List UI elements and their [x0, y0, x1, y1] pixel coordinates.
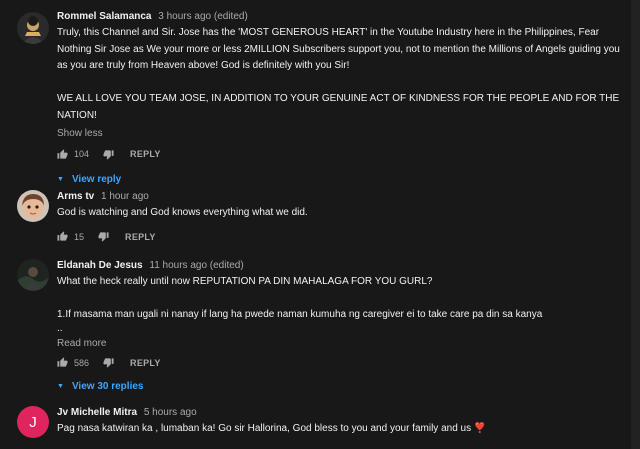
avatar-photo-icon	[17, 12, 49, 44]
avatar-photo-icon	[17, 190, 49, 222]
author-name[interactable]: Arms tv	[57, 191, 94, 202]
comment-text: Pag nasa katwiran ka , lumaban ka! Go si…	[57, 423, 487, 434]
comment-actions: 104 REPLY	[57, 146, 620, 162]
avatar[interactable]	[17, 12, 49, 44]
comment-body: Arms tv 1 hour ago God is watching and G…	[57, 190, 620, 245]
comment-text: Truly, this Channel and Sir. Jose has th…	[57, 27, 620, 121]
caret-down-icon: ▼	[57, 382, 64, 390]
thumb-up-icon[interactable]	[57, 357, 68, 368]
reply-button[interactable]: REPLY	[130, 149, 161, 159]
thumb-down-icon[interactable]	[98, 231, 109, 242]
reply-button[interactable]: REPLY	[130, 358, 161, 368]
comment-actions: 15 REPLY	[57, 229, 620, 245]
thumb-up-icon[interactable]	[57, 148, 68, 160]
view-replies-button[interactable]: ▼ View reply	[57, 174, 620, 185]
show-less-button[interactable]: Show less	[57, 128, 620, 139]
author-name[interactable]: Eldanah De Jesus	[57, 260, 143, 271]
thumb-up-icon[interactable]	[57, 231, 68, 242]
author-name[interactable]: Jv Michelle Mitra	[57, 407, 137, 418]
author-name[interactable]: Rommel Salamanca	[57, 11, 152, 22]
comment-header: Rommel Salamanca 3 hours ago (edited)	[57, 10, 620, 23]
view-replies-label: View reply	[71, 174, 122, 185]
comment-text: God is watching and God knows everything…	[57, 207, 308, 218]
comment-text: What the heck really until now REPUTATIO…	[57, 276, 543, 320]
comment-header: Jv Michelle Mitra 5 hours ago	[57, 406, 620, 419]
like-count: 104	[74, 149, 90, 159]
comment-body: Rommel Salamanca 3 hours ago (edited) Tr…	[57, 10, 620, 185]
comment-header: Eldanah De Jesus 11 hours ago (edited)	[57, 259, 620, 272]
avatar[interactable]	[17, 190, 49, 222]
read-more-button[interactable]: Read more	[57, 338, 620, 349]
view-replies-label: View 30 replies	[71, 380, 144, 392]
thumb-down-icon[interactable]	[103, 357, 114, 368]
scrollbar[interactable]	[631, 0, 640, 449]
comment-body: Eldanah De Jesus 11 hours ago (edited) W…	[57, 259, 620, 392]
like-count: 586	[74, 357, 90, 368]
comment-timestamp[interactable]: 5 hours ago	[144, 407, 197, 418]
comment-header: Arms tv 1 hour ago	[57, 190, 620, 203]
reply-button[interactable]: REPLY	[125, 232, 156, 242]
comment-actions: 586 REPLY	[57, 355, 620, 371]
caret-down-icon: ▼	[57, 176, 64, 183]
like-count: 15	[74, 231, 85, 242]
comment-timestamp[interactable]: 3 hours ago (edited)	[158, 11, 248, 22]
avatar-photo-icon	[17, 259, 49, 291]
comment-timestamp[interactable]: 1 hour ago	[101, 191, 149, 202]
thumb-down-icon[interactable]	[103, 149, 114, 160]
comment-timestamp[interactable]: 11 hours ago (edited)	[149, 260, 243, 271]
avatar[interactable]: J	[17, 406, 49, 438]
avatar-letter: J	[29, 413, 37, 431]
view-replies-button[interactable]: ▼ View 30 replies	[57, 381, 620, 392]
avatar[interactable]	[17, 259, 49, 291]
comment-body: Jv Michelle Mitra 5 hours ago Pag nasa k…	[57, 406, 620, 438]
comment-ellipsis: ..	[57, 322, 63, 334]
